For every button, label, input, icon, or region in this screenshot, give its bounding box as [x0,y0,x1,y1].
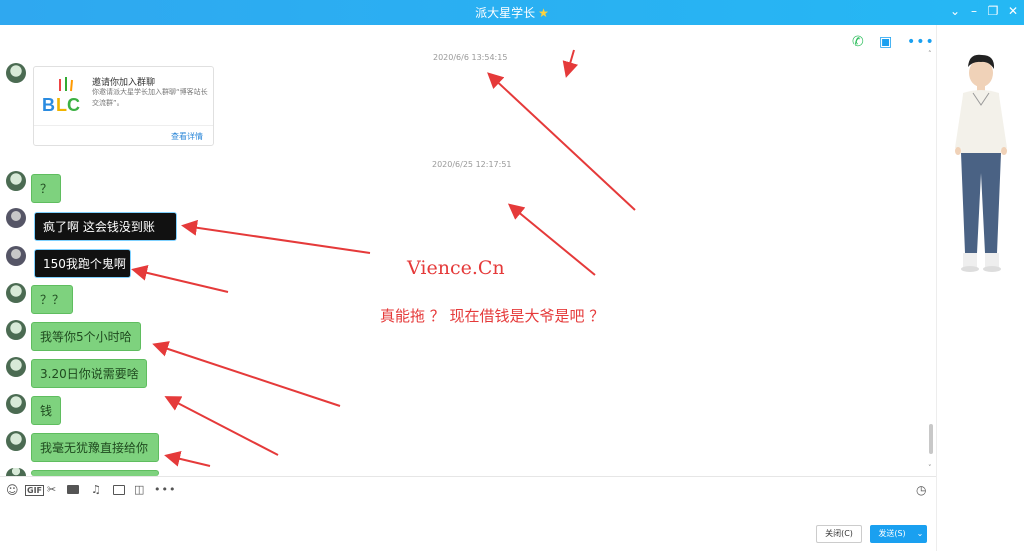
scrollbar-thumb[interactable] [929,424,933,454]
restore-icon[interactable]: ❐ [985,4,1001,18]
collapse-icon[interactable]: ⌄ [947,4,963,18]
arrow [507,203,596,276]
shake-icon[interactable]: ◫ [134,483,144,496]
more-tools-icon[interactable]: ••• [154,483,176,496]
close-window-icon[interactable]: ✕ [1005,4,1021,18]
music-icon[interactable]: ♫ [91,483,101,496]
minimize-icon[interactable]: – [966,4,982,18]
folder-icon[interactable] [67,485,79,494]
send-button[interactable]: 发送(S) [870,525,914,543]
gif-icon[interactable]: GIF [25,485,45,496]
arrow [164,396,279,456]
side-panel [936,25,1024,551]
emoji-icon[interactable]: ☺ [6,483,19,497]
arrow [487,72,636,211]
close-button[interactable]: 关闭(C) [816,525,862,543]
arrow [152,341,341,407]
toolbar-divider [0,476,936,477]
image-icon[interactable] [113,485,125,495]
arrow [131,264,229,293]
scroll-down-icon[interactable]: ˅ [928,464,932,472]
avatar-character [955,54,1007,272]
annotation-arrows [131,49,636,467]
arrow [164,450,211,467]
arrow [562,49,579,78]
chat-scrollbar[interactable]: ˄ ˅ [928,50,934,474]
arrow [181,219,371,254]
scroll-up-icon[interactable]: ˄ [928,50,932,58]
scissors-icon[interactable]: ✂ [47,483,56,496]
history-icon[interactable]: ◷ [916,483,926,497]
send-options-dropdown[interactable]: ⌄ [913,525,927,543]
